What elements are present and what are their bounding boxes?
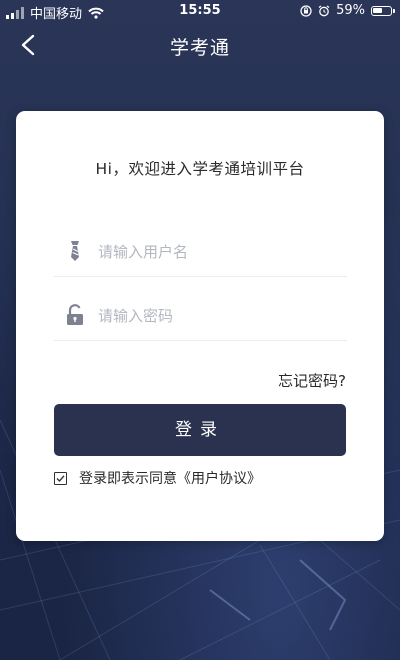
- alarm-icon: [318, 5, 330, 16]
- agreement-row: 登录即表示同意 《用户协议》: [54, 468, 261, 488]
- user-agreement-link[interactable]: 《用户协议》: [177, 468, 261, 488]
- checkmark-icon: [56, 474, 65, 482]
- battery-percent: 59%: [336, 3, 365, 18]
- login-card: Hi，欢迎进入学考通培训平台 忘记密码? 登录 登录即表示同意 《用户协议》: [16, 111, 384, 541]
- agreement-checkbox[interactable]: [54, 471, 67, 485]
- password-field: [54, 290, 347, 341]
- nav-bar: 学考通: [0, 26, 400, 66]
- username-field: [54, 226, 347, 277]
- unlock-icon: [67, 304, 83, 325]
- orientation-lock-icon: [300, 4, 312, 17]
- login-button[interactable]: 登录: [54, 404, 346, 456]
- status-bar: 中国移动 15:55 59%: [0, 0, 400, 22]
- user-tie-icon: [71, 241, 79, 261]
- welcome-text: Hi，欢迎进入学考通培训平台: [95, 160, 305, 178]
- agreement-text: 登录即表示同意: [79, 471, 177, 487]
- forgot-password-link[interactable]: 忘记密码?: [278, 370, 346, 391]
- battery-icon: [371, 5, 395, 16]
- username-input[interactable]: [96, 236, 340, 268]
- page-title: 学考通: [169, 37, 230, 59]
- battery-level: [373, 7, 382, 13]
- password-input[interactable]: [96, 300, 340, 332]
